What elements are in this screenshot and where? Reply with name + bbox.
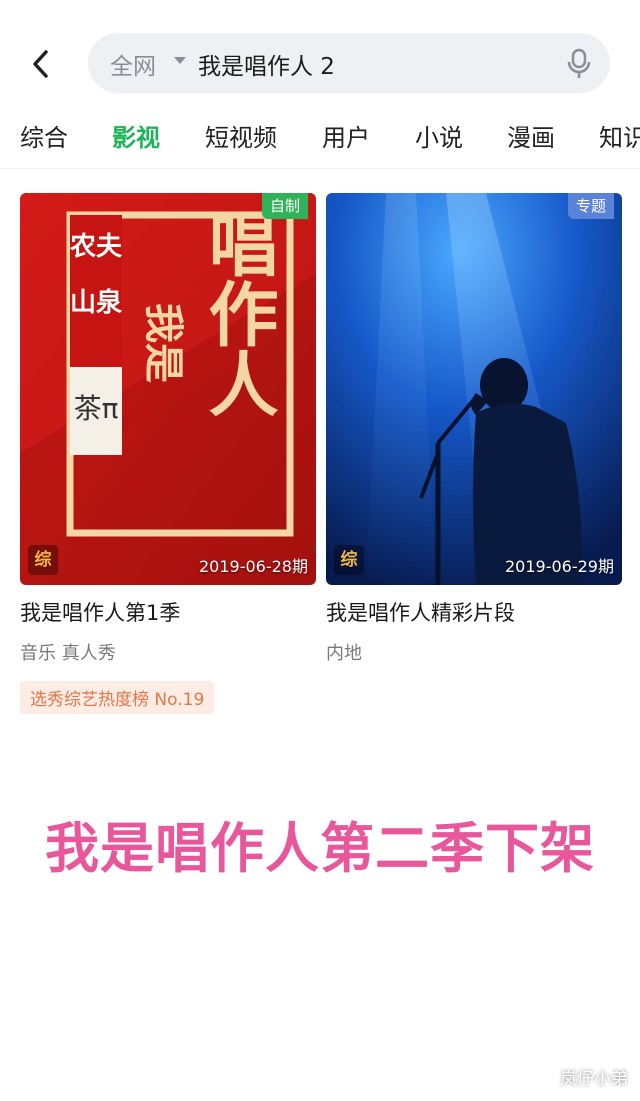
episode-date: 2019-06-28期 xyxy=(199,557,308,576)
logo-title: 唱作人 xyxy=(197,208,279,418)
overlay-caption: 我是唱作人第二季下架 xyxy=(45,817,595,880)
back-button[interactable] xyxy=(24,42,60,86)
tab-comics[interactable]: 漫画 xyxy=(507,118,555,153)
tab-film-tv[interactable]: 影视 xyxy=(112,118,160,153)
result-title[interactable]: 我是唱作人第1季 xyxy=(20,597,316,627)
top-bar: 全网 我是唱作人 2 xyxy=(0,0,640,120)
poster-thumbnail[interactable]: 专题 综 2019-06-29期 xyxy=(326,193,622,585)
search-query[interactable]: 我是唱作人 2 xyxy=(198,47,335,81)
result-title[interactable]: 我是唱作人精彩片段 xyxy=(326,597,622,627)
sponsor-line-2: 山泉 xyxy=(70,287,123,318)
ranking-badge[interactable]: 选秀综艺热度榜 No.19 xyxy=(20,681,215,714)
tab-comprehensive[interactable]: 综合 xyxy=(20,118,68,153)
logo-subtitle: 我是 xyxy=(140,303,186,383)
episode-date: 2019-06-29期 xyxy=(505,557,614,576)
variety-type-tag: 综 xyxy=(28,545,58,575)
tabs-divider xyxy=(0,168,640,169)
result-card[interactable]: 专题 综 2019-06-29期 我是唱作人精彩片段 内地 xyxy=(326,193,622,665)
search-scope-selector[interactable]: 全网 xyxy=(110,47,156,81)
result-genre: 音乐 真人秀 xyxy=(20,643,116,664)
tab-short-video[interactable]: 短视频 xyxy=(205,118,277,153)
result-card[interactable]: 农夫 山泉 茶π 我是 唱作人 自制 综 2019-06-28期 我是唱作人第1… xyxy=(20,193,316,714)
product-name: 茶π xyxy=(74,392,119,425)
caret-down-icon[interactable] xyxy=(174,57,186,64)
microphone-icon[interactable] xyxy=(566,47,592,81)
watermark: 岚仔小弟 xyxy=(560,1069,628,1089)
sponsor-line-1: 农夫 xyxy=(69,232,123,262)
tab-knowledge[interactable]: 知识 xyxy=(599,118,640,153)
poster-art: 农夫 山泉 茶π 我是 唱作人 xyxy=(20,193,316,585)
variety-type-tag: 综 xyxy=(334,545,364,575)
self-made-badge: 自制 xyxy=(261,193,308,219)
tab-users[interactable]: 用户 xyxy=(322,118,370,153)
poster-art xyxy=(326,193,622,585)
poster-thumbnail[interactable]: 农夫 山泉 茶π 我是 唱作人 自制 综 2019-06-28期 xyxy=(20,193,316,585)
chevron-left-icon xyxy=(33,50,48,78)
result-region: 内地 xyxy=(326,643,362,664)
category-tabs: 综合 影视 短视频 用户 小说 漫画 知识 xyxy=(0,112,640,164)
tab-novels[interactable]: 小说 xyxy=(415,118,463,153)
search-box[interactable]: 全网 我是唱作人 2 xyxy=(88,33,610,93)
topic-badge: 专题 xyxy=(567,193,614,219)
